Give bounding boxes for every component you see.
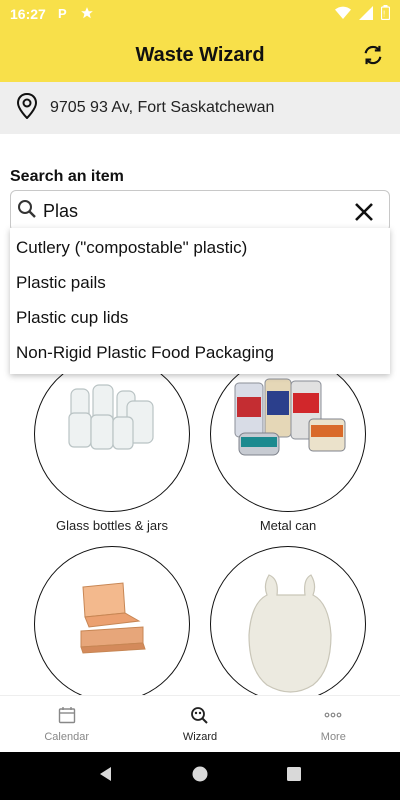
suggestion-item[interactable]: Non-Rigid Plastic Food Packaging xyxy=(10,335,390,370)
address-bar[interactable]: 9705 93 Av, Fort Saskatchewan xyxy=(0,82,400,134)
address-text: 9705 93 Av, Fort Saskatchewan xyxy=(50,99,275,116)
nav-calendar[interactable]: Calendar xyxy=(0,696,133,752)
search-icon xyxy=(17,199,37,224)
nav-calendar-label: Calendar xyxy=(44,730,89,743)
close-icon[interactable] xyxy=(353,201,375,223)
category-card-plastic-bag[interactable] xyxy=(208,546,368,695)
metal-cans-image xyxy=(210,360,366,512)
location-pin-icon xyxy=(16,92,38,124)
search-input[interactable] xyxy=(43,200,333,222)
category-label: Glass bottles & jars xyxy=(56,518,168,533)
nav-more[interactable]: More xyxy=(267,696,400,752)
home-icon[interactable] xyxy=(191,765,209,788)
more-dots-icon xyxy=(323,706,343,727)
wifi-icon xyxy=(335,6,351,23)
wizard-search-icon xyxy=(190,706,210,727)
nav-more-label: More xyxy=(320,730,346,743)
refresh-icon[interactable] xyxy=(360,42,386,68)
app-title: Waste Wizard xyxy=(135,43,265,66)
plastic-bag-image xyxy=(210,546,366,695)
star-icon xyxy=(80,6,94,23)
status-time: 16:27 xyxy=(10,6,46,22)
status-bar: 16:27 P ! xyxy=(0,0,400,28)
category-card-cardboard[interactable] xyxy=(32,546,192,695)
svg-text:!: ! xyxy=(383,10,385,19)
category-card-metal[interactable]: Metal can xyxy=(208,360,368,534)
suggestion-item[interactable]: Plastic pails xyxy=(10,265,390,300)
suggestion-item[interactable]: Plastic cup lids xyxy=(10,300,390,335)
app-bar: Waste Wizard xyxy=(0,28,400,82)
suggestion-item[interactable]: Cutlery ("compostable" plastic) xyxy=(10,230,390,265)
category-grid: Glass bottles & jars Metal can xyxy=(0,360,400,695)
nav-wizard[interactable]: Wizard xyxy=(133,696,266,752)
p-parking-icon: P xyxy=(56,6,70,23)
bottom-nav: Calendar Wizard More xyxy=(0,695,400,752)
system-nav-bar xyxy=(0,752,400,800)
svg-text:P: P xyxy=(58,6,67,20)
category-card-glass[interactable]: Glass bottles & jars xyxy=(32,360,192,534)
suggestions-dropdown: Cutlery ("compostable" plastic) Plastic … xyxy=(10,228,390,374)
signal-icon xyxy=(359,5,373,23)
search-box[interactable] xyxy=(10,190,390,232)
back-icon[interactable] xyxy=(98,766,114,787)
battery-icon: ! xyxy=(380,5,391,23)
recents-icon[interactable] xyxy=(286,766,302,787)
nav-wizard-label: Wizard xyxy=(182,730,218,743)
calendar-icon xyxy=(58,706,76,727)
glass-jars-image xyxy=(34,360,190,512)
search-label: Search an item xyxy=(10,168,124,185)
cardboard-box-image xyxy=(34,546,190,695)
category-label: Metal can xyxy=(259,518,317,533)
